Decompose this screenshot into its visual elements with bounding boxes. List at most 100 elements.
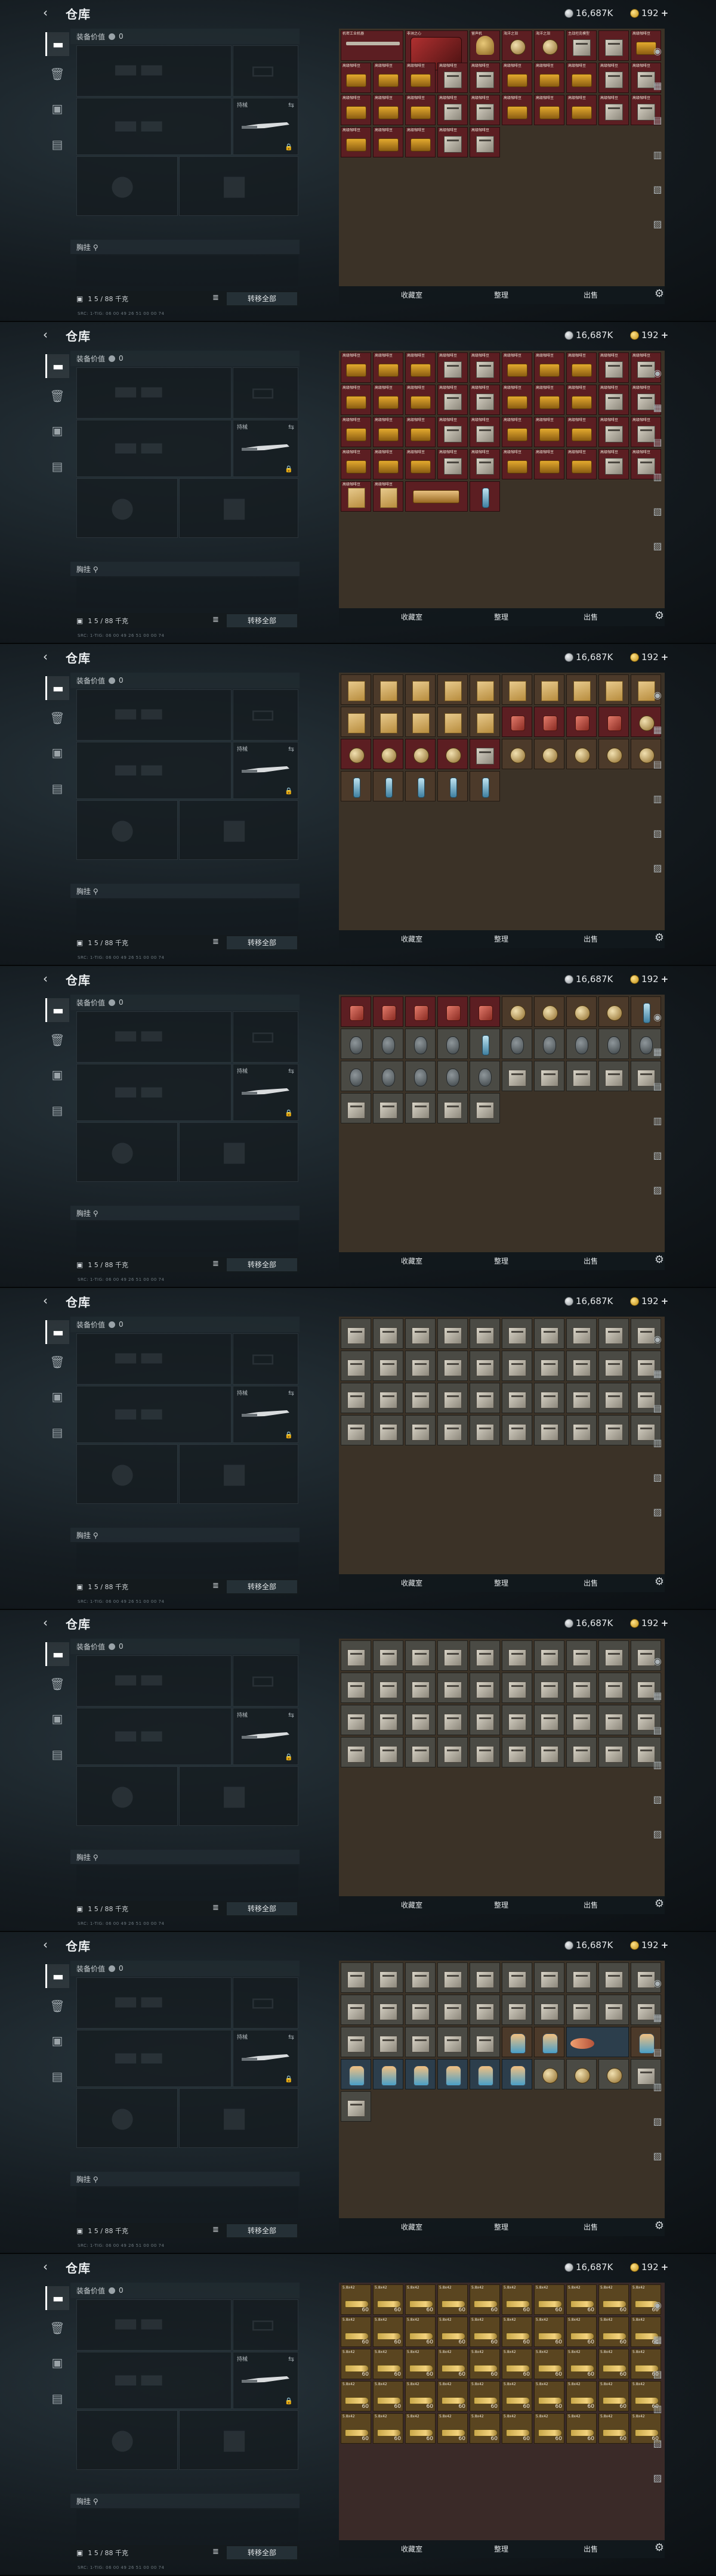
stash-item[interactable] xyxy=(341,1737,371,1767)
stash-item[interactable]: 5.8x42 60 xyxy=(598,2317,629,2347)
stash-item[interactable]: 高级咖啡豆 xyxy=(373,352,403,383)
armor-filter-icon[interactable]: ▦ xyxy=(649,400,666,416)
medical-filter-icon[interactable]: ▧ xyxy=(649,2435,666,2452)
stash-item[interactable]: 高级咖啡豆 xyxy=(534,352,564,383)
stash-item[interactable]: 高级咖啡豆 xyxy=(470,63,500,93)
back-button[interactable]: ‹ xyxy=(43,1294,56,1307)
stash-item[interactable] xyxy=(566,1995,597,2025)
stash-item[interactable] xyxy=(405,1029,436,1059)
sidearm-slot[interactable]: ▭ xyxy=(233,1011,298,1063)
stash-item[interactable] xyxy=(502,1705,532,1735)
stash-item[interactable] xyxy=(341,2027,371,2057)
armor-slot[interactable]: ■ xyxy=(179,800,298,860)
helmet-slot[interactable]: ● xyxy=(76,2088,178,2148)
stash-item[interactable] xyxy=(341,739,371,769)
ammo-filter-icon[interactable]: ▥ xyxy=(649,2079,666,2095)
stash-item[interactable] xyxy=(470,1351,500,1381)
stash-item[interactable]: 高级咖啡豆 xyxy=(341,449,371,479)
stash-item[interactable]: 5.8x42 60 xyxy=(341,2284,371,2315)
stash-item[interactable] xyxy=(598,1705,629,1735)
stash-item[interactable]: 5.8x42 60 xyxy=(598,2413,629,2444)
swap-icon[interactable]: ⇆ xyxy=(288,2355,294,2363)
stash-item[interactable] xyxy=(566,1318,597,1349)
stash-item[interactable]: 5.8x42 60 xyxy=(502,2349,532,2379)
stash-item[interactable] xyxy=(566,674,597,705)
stash-item[interactable] xyxy=(405,707,436,737)
stash-item[interactable]: 5.8x42 60 xyxy=(598,2381,629,2411)
stash-item[interactable] xyxy=(437,1995,468,2025)
stash-item[interactable] xyxy=(534,1995,564,2025)
stash-item[interactable] xyxy=(341,771,371,801)
stash-item[interactable]: 5.8x42 60 xyxy=(341,2381,371,2411)
back-button[interactable]: ‹ xyxy=(43,2260,56,2273)
stash-item[interactable]: 5.8x42 60 xyxy=(405,2349,436,2379)
sort-button[interactable]: 整理 xyxy=(477,1899,525,1912)
stash-item[interactable]: 高级咖啡豆 xyxy=(566,417,597,447)
stash-item[interactable]: 高级咖啡豆 xyxy=(470,95,500,125)
info-icon[interactable]: ⚲ xyxy=(93,2175,98,2184)
stash-item[interactable] xyxy=(470,1093,500,1123)
stash-item[interactable]: 5.8x42 60 xyxy=(341,2317,371,2347)
stash-item[interactable]: 5.8x42 60 xyxy=(373,2317,403,2347)
stash-item[interactable]: 5.8x42 60 xyxy=(502,2284,532,2315)
chest-rig-slot[interactable] xyxy=(76,1221,298,1252)
stash-item[interactable]: 高级咖啡豆 xyxy=(373,449,403,479)
stash-item[interactable] xyxy=(405,1318,436,1349)
stash-item[interactable]: 高级咖啡豆 xyxy=(598,385,629,415)
info-icon[interactable]: ⚲ xyxy=(93,565,98,574)
stash-item[interactable]: 5.8x42 60 xyxy=(566,2413,597,2444)
back-button[interactable]: ‹ xyxy=(43,1616,56,1629)
stash-item[interactable]: 高级咖啡豆 xyxy=(598,352,629,383)
stash-item[interactable]: 高级咖啡豆 xyxy=(341,63,371,93)
stash-item[interactable]: 5.8x42 60 xyxy=(405,2317,436,2347)
stash-item[interactable] xyxy=(470,2059,500,2089)
stash-item[interactable] xyxy=(437,674,468,705)
ammo-filter-icon[interactable]: ▥ xyxy=(649,1757,666,1773)
sort-button[interactable]: 整理 xyxy=(477,1577,525,1590)
stash-item[interactable] xyxy=(566,707,597,737)
melee-slot[interactable]: 持械 ⇆ 🔒 xyxy=(233,1064,298,1121)
ammo-filter-icon[interactable]: ▥ xyxy=(649,2401,666,2417)
stash-item[interactable]: 高级咖啡豆 xyxy=(341,481,371,512)
stash-item[interactable] xyxy=(502,674,532,705)
collection-room-button[interactable]: 收藏室 xyxy=(388,611,436,624)
sort-button[interactable]: 整理 xyxy=(477,2221,525,2234)
stash-item[interactable] xyxy=(470,1705,500,1735)
stash-item[interactable] xyxy=(566,996,597,1027)
stash-item[interactable]: 高级咖啡豆 xyxy=(598,63,629,93)
stash-item[interactable] xyxy=(502,1061,532,1091)
medical-filter-icon[interactable]: ▧ xyxy=(649,2113,666,2130)
stash-item[interactable]: 海洋之泪 xyxy=(534,30,564,61)
trash-tab[interactable]: 🗑 xyxy=(45,62,69,86)
primary-weapon-slot[interactable]: ▬▬ xyxy=(76,45,232,97)
stash-item[interactable] xyxy=(598,996,629,1027)
primary-weapon-slot[interactable]: ▬▬ xyxy=(76,2299,232,2351)
pistol-tab[interactable]: ▬ xyxy=(45,354,69,378)
stash-item[interactable] xyxy=(437,1705,468,1735)
collection-room-button[interactable]: 收藏室 xyxy=(388,933,436,946)
stash-item[interactable] xyxy=(437,996,468,1027)
stash-item[interactable] xyxy=(502,996,532,1027)
stash-item[interactable] xyxy=(502,1318,532,1349)
back-button[interactable]: ‹ xyxy=(43,972,56,985)
add-gold-button[interactable]: + xyxy=(661,974,669,984)
stash-item[interactable]: 5.8x42 60 xyxy=(373,2413,403,2444)
stash-item[interactable]: 5.8x42 60 xyxy=(405,2381,436,2411)
stash-item[interactable]: 高级咖啡豆 xyxy=(470,385,500,415)
settings-button[interactable]: ⚙ xyxy=(653,2219,666,2233)
stash-item[interactable] xyxy=(437,1673,468,1703)
list-icon[interactable]: ≣ xyxy=(212,2225,219,2234)
gold-currency[interactable]: 192 + xyxy=(630,7,668,20)
case-tab[interactable]: ▤ xyxy=(45,1742,69,1766)
stash-item[interactable]: 高级咖啡豆 xyxy=(437,449,468,479)
stash-item[interactable]: 5.8x42 60 xyxy=(502,2317,532,2347)
add-gold-button[interactable]: + xyxy=(661,652,669,662)
transfer-all-button[interactable]: 转移全部 xyxy=(227,936,297,949)
secondary-weapon-slot[interactable]: ▬▬ xyxy=(76,2030,232,2087)
sidearm-slot[interactable]: ▭ xyxy=(233,45,298,97)
helmet-filter-icon[interactable]: ◉ xyxy=(649,687,666,704)
stash-item[interactable]: 高级咖啡豆 xyxy=(566,63,597,93)
stash-item[interactable] xyxy=(470,739,500,769)
trash-tab[interactable]: 🗑 xyxy=(45,1994,69,2018)
stash-item[interactable]: 高级咖啡豆 xyxy=(373,417,403,447)
